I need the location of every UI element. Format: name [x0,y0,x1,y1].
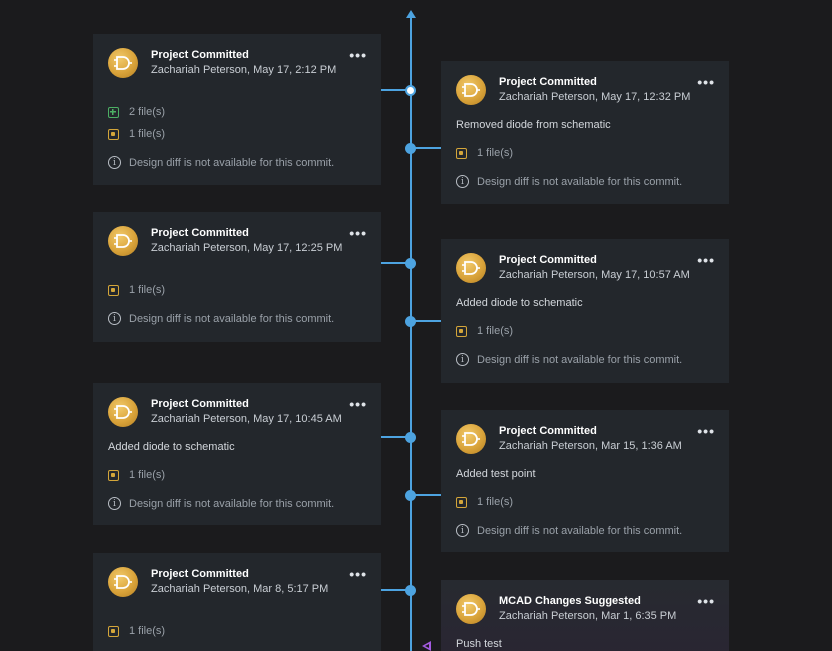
commit-author-date: Zachariah Peterson, May 17, 10:45 AM [151,413,342,425]
commit-title: Project Committed [151,227,249,239]
and-gate-icon [108,48,138,78]
design-diff-note: i Design diff is not available for this c… [108,312,334,325]
timeline-axis [410,14,412,651]
commit-title: Project Committed [499,254,597,266]
info-icon: i [108,497,121,510]
commit-message: Added diode to schematic [456,297,583,309]
timeline-node[interactable] [405,85,416,96]
commit-author-date: Zachariah Peterson, May 17, 12:25 PM [151,242,343,254]
more-options-icon[interactable]: ••• [697,252,715,268]
file-modified-icon [456,496,467,508]
more-options-icon[interactable]: ••• [697,423,715,439]
design-diff-note: i Design diff is not available for this c… [456,353,682,366]
commit-message: Added diode to schematic [108,441,235,453]
commit-title: Project Committed [151,49,249,61]
file-count-row[interactable]: 1 file(s) [456,325,513,337]
commit-author-date: Zachariah Peterson, May 17, 10:57 AM [499,269,690,281]
design-diff-text: Design diff is not available for this co… [477,175,683,188]
design-diff-text: Design diff is not available for this co… [129,497,335,510]
info-icon: i [456,175,469,188]
more-options-icon[interactable]: ••• [697,593,715,609]
file-count-label: 1 file(s) [129,284,166,296]
commit-card[interactable]: Project Committed Zachariah Peterson, Mar… [441,410,729,552]
file-count-label: 1 file(s) [129,625,166,637]
and-gate-icon [456,424,486,454]
more-options-icon[interactable]: ••• [349,47,367,63]
design-diff-text: Design diff is not available for this co… [129,156,335,169]
and-gate-icon [456,594,486,624]
info-icon: i [456,524,469,537]
commit-card[interactable]: Project Committed Zachariah Peterson, May… [93,212,381,342]
more-options-icon[interactable]: ••• [349,566,367,582]
file-count-row[interactable]: 1 file(s) [108,469,165,481]
commit-title: Project Committed [151,398,249,410]
and-gate-icon [108,397,138,427]
commit-title: Project Committed [499,76,597,88]
info-icon: i [108,156,121,169]
design-diff-text: Design diff is not available for this co… [477,524,683,537]
more-options-icon[interactable]: ••• [349,225,367,241]
commit-title: Project Committed [151,568,249,580]
commit-timeline: Project Committed Zachariah Peterson, May… [0,0,832,651]
file-count-label: 1 file(s) [477,325,514,337]
file-modified-icon [108,128,119,140]
timeline-node[interactable] [405,490,416,501]
file-modified-icon [456,147,467,159]
file-count-row[interactable]: 1 file(s) [456,496,513,508]
file-modified-icon [108,284,119,296]
file-count-row[interactable]: 2 file(s) [108,106,165,118]
commit-card[interactable]: Project Committed Zachariah Peterson, May… [93,383,381,525]
timeline-node[interactable] [405,432,416,443]
design-diff-note: i Design diff is not available for this c… [456,175,682,188]
commit-message: Push test [456,638,502,650]
timeline-node[interactable] [405,258,416,269]
suggestion-marker-icon [422,641,431,651]
design-diff-note: i Design diff is not available for this c… [108,156,334,169]
timeline-node[interactable] [405,143,416,154]
info-icon: i [456,353,469,366]
file-count-label: 2 file(s) [129,106,166,118]
commit-title: MCAD Changes Suggested [499,595,641,607]
design-diff-text: Design diff is not available for this co… [477,353,683,366]
file-modified-icon [456,325,467,337]
file-count-label: 1 file(s) [129,128,166,140]
file-count-label: 1 file(s) [477,496,514,508]
file-modified-icon [108,469,119,481]
commit-author-date: Zachariah Peterson, Mar 15, 1:36 AM [499,440,682,452]
file-count-row[interactable]: 1 file(s) [108,128,165,140]
more-options-icon[interactable]: ••• [697,74,715,90]
commit-card[interactable]: Project Committed Zachariah Peterson, May… [93,34,381,185]
file-modified-icon [108,625,119,637]
design-diff-text: Design diff is not available for this co… [129,312,335,325]
file-count-row[interactable]: 1 file(s) [456,147,513,159]
commit-author-date: Zachariah Peterson, May 17, 2:12 PM [151,64,337,76]
timeline-node[interactable] [405,585,416,596]
info-icon: i [108,312,121,325]
commit-author-date: Zachariah Peterson, Mar 1, 6:35 PM [499,610,677,622]
design-diff-note: i Design diff is not available for this c… [456,524,682,537]
commit-message: Removed diode from schematic [456,119,611,131]
commit-author-date: Zachariah Peterson, May 17, 12:32 PM [499,91,691,103]
and-gate-icon [456,253,486,283]
commit-card[interactable]: MCAD Changes Suggested Zachariah Peterson… [441,580,729,651]
file-count-row[interactable]: 1 file(s) [108,284,165,296]
design-diff-note: i Design diff is not available for this c… [108,497,334,510]
and-gate-icon [108,567,138,597]
file-count-label: 1 file(s) [477,147,514,159]
commit-title: Project Committed [499,425,597,437]
file-count-label: 1 file(s) [129,469,166,481]
commit-card[interactable]: Project Committed Zachariah Peterson, May… [441,61,729,204]
timeline-node[interactable] [405,316,416,327]
and-gate-icon [456,75,486,105]
file-count-row[interactable]: 1 file(s) [108,625,165,637]
commit-message: Added test point [456,468,536,480]
and-gate-icon [108,226,138,256]
timeline-arrow-icon [406,10,416,18]
more-options-icon[interactable]: ••• [349,396,367,412]
file-added-icon [108,106,119,118]
commit-card[interactable]: Project Committed Zachariah Peterson, May… [441,239,729,383]
commit-author-date: Zachariah Peterson, Mar 8, 5:17 PM [151,583,329,595]
commit-card[interactable]: Project Committed Zachariah Peterson, Mar… [93,553,381,651]
